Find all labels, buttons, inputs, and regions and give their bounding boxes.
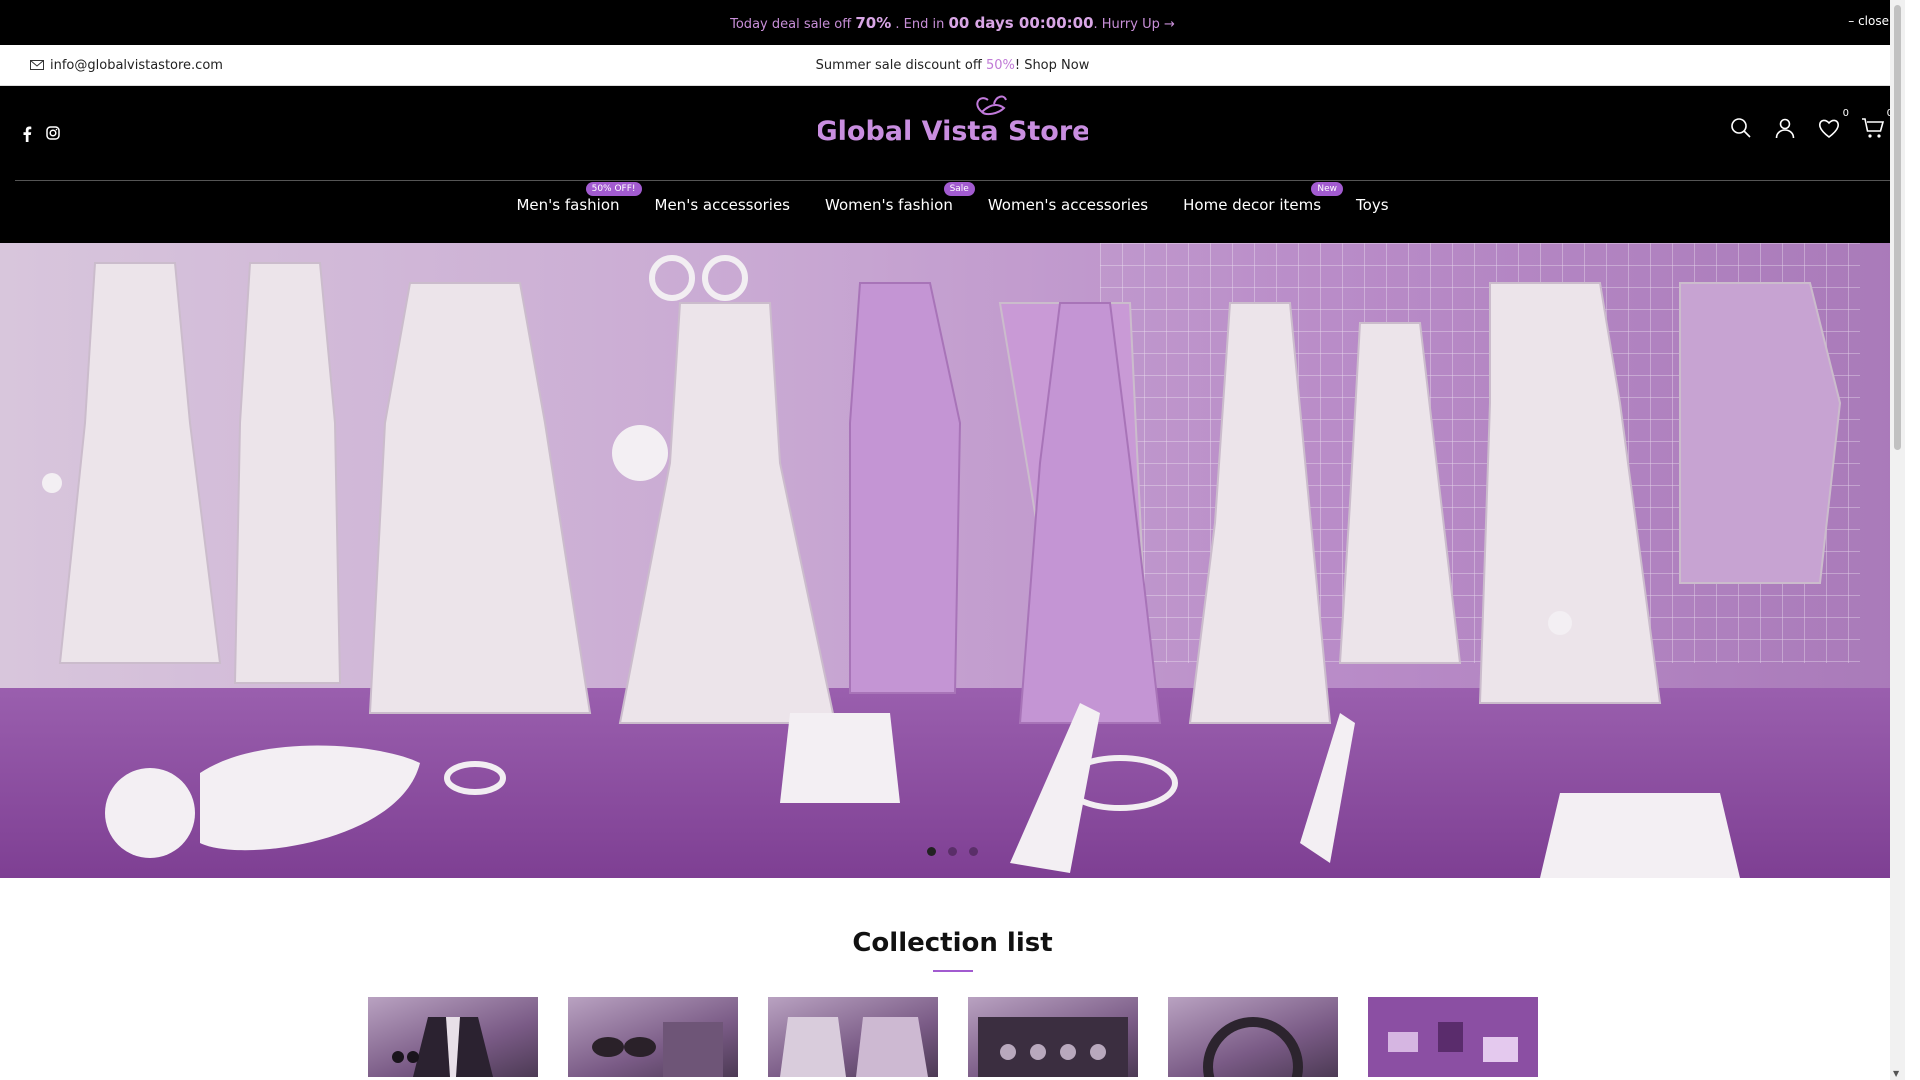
- promo-prefix: Summer sale discount off: [815, 57, 986, 73]
- page-scrollbar[interactable]: ▼: [1890, 0, 1905, 1080]
- logo-text: Global Vista Store: [818, 116, 1088, 147]
- collection-card[interactable]: [1367, 997, 1538, 1077]
- cart-icon: [1862, 118, 1885, 138]
- announcement-bar: Today deal sale off 70% . End in 00 days…: [0, 0, 1905, 45]
- nav-badge-sale: Sale: [943, 182, 975, 196]
- cart-button[interactable]: 0: [1861, 108, 1893, 140]
- hero-pagination: [0, 847, 1905, 856]
- search-button[interactable]: [1729, 116, 1753, 140]
- nav-label: Toys: [1356, 196, 1389, 214]
- nav-label: Men's fashion: [516, 196, 620, 214]
- shop-now-link[interactable]: ! Shop Now: [1015, 58, 1089, 73]
- nav-item-womens-fashion[interactable]: Women's fashion Sale: [825, 182, 975, 214]
- collection-card[interactable]: [967, 997, 1138, 1077]
- collection-card[interactable]: [1167, 997, 1338, 1077]
- hero-banner[interactable]: [0, 243, 1905, 878]
- collection-card[interactable]: [367, 997, 538, 1077]
- nav-item-toys[interactable]: Toys: [1356, 196, 1388, 214]
- collection-image: [977, 1017, 1128, 1077]
- logo-graphic: Global Vista Store: [818, 95, 1088, 147]
- announcement-prefix: Today deal sale off: [730, 16, 856, 32]
- main-navigation: Men's fashion 50% OFF! Men's accessories…: [0, 182, 1905, 214]
- announcement-countdown: 00 days 00:00:00: [948, 13, 1094, 32]
- collection-image: [391, 1017, 493, 1077]
- wishlist-count: 0: [1842, 108, 1849, 119]
- hero-dot[interactable]: [927, 847, 936, 856]
- nav-label: Men's accessories: [654, 196, 790, 214]
- scroll-down-arrow-icon[interactable]: ▼: [1893, 1069, 1899, 1078]
- header-actions: 0 0: [1729, 108, 1893, 140]
- header-divider: [15, 180, 1890, 181]
- search-icon: [1731, 118, 1751, 138]
- nav-item-womens-accessories[interactable]: Women's accessories: [988, 196, 1148, 214]
- nav-badge-new: New: [1311, 182, 1344, 196]
- store-logo[interactable]: Global Vista Store: [0, 94, 1905, 154]
- nav-label: Women's fashion: [825, 196, 953, 214]
- summer-sale-promo: Summer sale discount off 50%! Shop Now: [0, 58, 1905, 73]
- collection-list-section: Collection list: [0, 878, 1905, 1077]
- wishlist-button[interactable]: 0: [1817, 108, 1849, 140]
- collection-image: [779, 1017, 928, 1077]
- nav-label: Women's accessories: [987, 196, 1149, 214]
- announcement-suffix[interactable]: . Hurry Up →: [1094, 17, 1175, 32]
- nav-badge-discount: 50% OFF!: [585, 182, 642, 196]
- hero-dot[interactable]: [948, 847, 957, 856]
- hero-fashion-illustration: [42, 255, 1842, 878]
- account-button[interactable]: [1773, 116, 1797, 140]
- nav-label: Home decor items: [1183, 196, 1322, 214]
- nav-item-mens-accessories[interactable]: Men's accessories: [655, 196, 790, 214]
- announcement-discount: 70%: [855, 13, 892, 32]
- collection-image: [591, 1022, 723, 1077]
- hero-dot[interactable]: [969, 847, 978, 856]
- collection-card[interactable]: [767, 997, 938, 1077]
- site-header: Global Vista Store 0 0 Men's fashion: [0, 86, 1905, 243]
- promo-percent: 50%: [985, 57, 1015, 73]
- announcement-text: Today deal sale off 70% . End in 00 days…: [730, 14, 1175, 32]
- nav-item-home-decor[interactable]: Home decor items New: [1183, 182, 1344, 214]
- collection-image: [1202, 1017, 1303, 1077]
- collection-card[interactable]: [567, 997, 738, 1077]
- user-icon: [1775, 118, 1795, 139]
- heart-icon: [1818, 119, 1840, 139]
- title-underline: [932, 970, 973, 972]
- announcement-middle: . End in: [891, 16, 949, 32]
- collection-image: [1367, 997, 1538, 1077]
- section-title: Collection list: [852, 928, 1053, 958]
- page: Today deal sale off 70% . End in 00 days…: [0, 0, 1905, 1080]
- close-announcement-button[interactable]: – close: [1848, 14, 1889, 28]
- scrollbar-thumb[interactable]: [1894, 5, 1901, 450]
- nav-item-mens-fashion[interactable]: Men's fashion 50% OFF!: [516, 182, 642, 214]
- info-bar: info@globalvistastore.com Summer sale di…: [0, 45, 1905, 86]
- collection-grid: [0, 997, 1905, 1077]
